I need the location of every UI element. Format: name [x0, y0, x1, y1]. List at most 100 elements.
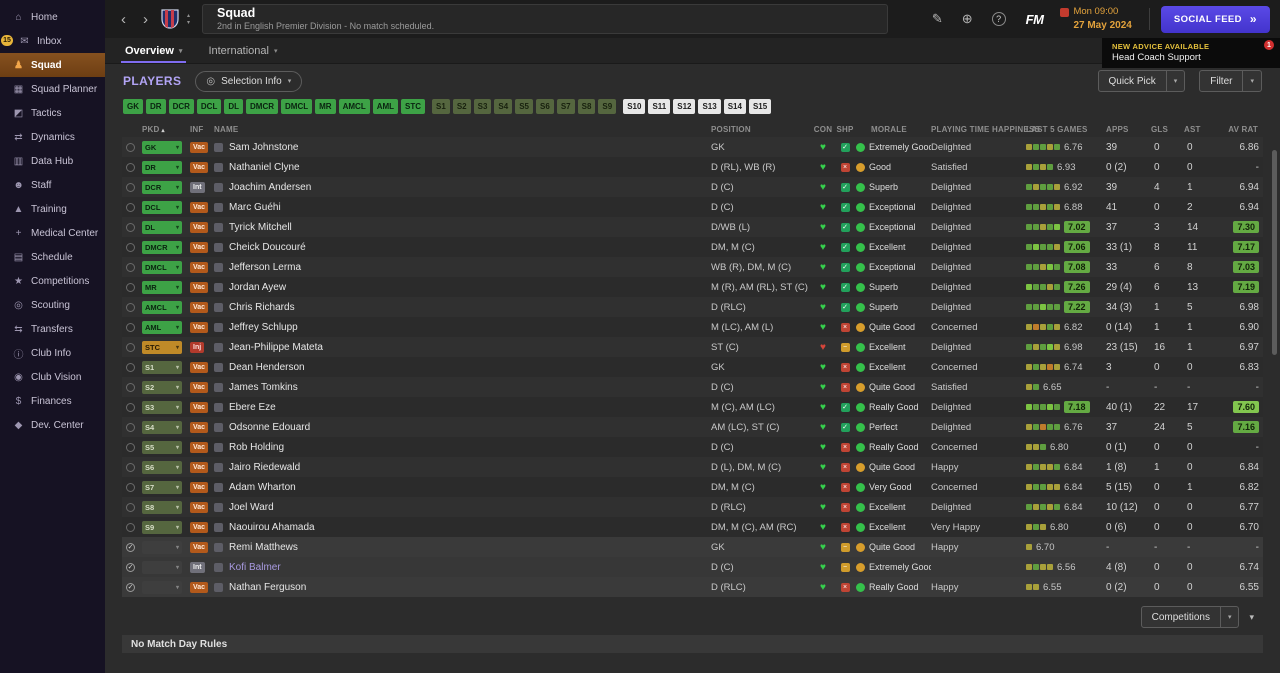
position-chip-stc[interactable]: STC — [401, 98, 426, 114]
column-header-apps[interactable]: APPS — [1106, 125, 1151, 134]
position-chip-dcl[interactable]: DCL — [196, 98, 222, 114]
player-status-badge[interactable]: Vac — [190, 382, 209, 393]
sidebar-item-data-hub[interactable]: ▥ Data Hub — [0, 149, 105, 173]
player-name[interactable]: Jairo Riedewald — [229, 462, 300, 473]
player-row[interactable]: ✓ ▾ Int Kofi Balmer D (C) ♥ − Extremely Good 6.5… — [122, 557, 1263, 577]
row-checkbox[interactable] — [126, 322, 135, 332]
player-row[interactable]: S1 ▾ Vac Dean Henderson GK ♥ × Excellent Concern… — [122, 357, 1263, 377]
player-status-badge[interactable]: Vac — [190, 502, 209, 513]
vertical-scrollbar[interactable] — [1272, 150, 1277, 355]
player-status-badge[interactable]: Vac — [190, 222, 209, 233]
position-chip-s10[interactable]: S10 — [623, 98, 646, 114]
player-name[interactable]: Sam Johnstone — [229, 142, 299, 153]
player-row[interactable]: S4 ▾ Vac Odsonne Edouard AM (LC), ST (C) ♥ ✓ Pe… — [122, 417, 1263, 437]
position-chip-aml[interactable]: AML — [372, 98, 399, 114]
player-name[interactable]: Jefferson Lerma — [229, 262, 301, 273]
position-chip-s14[interactable]: S14 — [723, 98, 746, 114]
pick-position-dropdown[interactable]: DL ▾ — [142, 220, 182, 234]
sidebar-item-finances[interactable]: $ Finances — [0, 389, 105, 413]
player-status-badge[interactable]: Vac — [190, 522, 209, 533]
column-header-inf[interactable]: INF — [190, 125, 214, 134]
competitions-dropdown[interactable]: Competitions ▾ — [1140, 606, 1240, 628]
sidebar-item-inbox[interactable]: 15 ✉ Inbox — [0, 29, 105, 53]
player-row[interactable]: S6 ▾ Vac Jairo Riedewald D (L), DM, M (C) ♥ × Q… — [122, 457, 1263, 477]
row-checkbox[interactable]: ✓ — [126, 562, 135, 572]
player-row[interactable]: AML ▾ Vac Jeffrey Schlupp M (LC), AM (L) ♥ × Qu… — [122, 317, 1263, 337]
player-row[interactable]: MR ▾ Vac Jordan Ayew M (R), AM (RL), ST (C) ♥… — [122, 277, 1263, 297]
player-row[interactable]: DMCL ▾ Vac Jefferson Lerma WB (R), DM, M (C)… — [122, 257, 1263, 277]
sidebar-item-training[interactable]: ▲ Training — [0, 197, 105, 221]
sidebar-item-squad[interactable]: ♟ Squad — [0, 53, 105, 77]
row-checkbox[interactable] — [126, 522, 135, 532]
player-name[interactable]: Jean-Philippe Mateta — [229, 342, 323, 353]
pick-position-dropdown[interactable]: S3 ▾ — [142, 400, 182, 414]
position-chip-s3[interactable]: S3 — [473, 98, 492, 114]
club-crest[interactable] — [161, 9, 179, 29]
player-name[interactable]: Chris Richards — [229, 302, 295, 313]
player-name[interactable]: Kofi Balmer — [229, 562, 281, 573]
player-status-badge[interactable]: Vac — [190, 242, 209, 253]
pick-position-dropdown[interactable]: S2 ▾ — [142, 380, 182, 394]
player-status-badge[interactable]: Int — [190, 182, 205, 193]
edit-pencil-icon[interactable]: ✎ — [925, 11, 950, 27]
row-checkbox[interactable]: ✓ — [126, 542, 135, 552]
position-chip-s2[interactable]: S2 — [452, 98, 471, 114]
position-chip-s1[interactable]: S1 — [432, 98, 450, 114]
row-checkbox[interactable] — [126, 502, 135, 512]
pick-position-dropdown[interactable]: ▾ — [142, 541, 182, 555]
sidebar-item-dynamics[interactable]: ⇄ Dynamics — [0, 125, 105, 149]
position-chip-dr[interactable]: DR — [146, 98, 166, 114]
position-chip-s7[interactable]: S7 — [556, 98, 575, 114]
player-name[interactable]: Remi Matthews — [229, 542, 298, 553]
position-chip-s5[interactable]: S5 — [515, 98, 534, 114]
player-name[interactable]: James Tomkins — [229, 382, 298, 393]
player-name[interactable]: Joel Ward — [229, 502, 274, 513]
coach-avatar[interactable]: 1 — [1250, 40, 1274, 63]
player-row[interactable]: ✓ ▾ Vac Nathan Ferguson D (RLC) ♥ × Really Good… — [122, 577, 1263, 597]
pick-position-dropdown[interactable]: S6 ▾ — [142, 460, 182, 474]
player-name[interactable]: Adam Wharton — [229, 482, 296, 493]
player-status-badge[interactable]: Vac — [190, 482, 209, 493]
column-header-name[interactable]: NAME — [214, 125, 711, 134]
pick-position-dropdown[interactable]: S5 ▾ — [142, 440, 182, 454]
column-header-last-5-games[interactable]: LAST 5 GAMES — [1026, 125, 1106, 134]
player-row[interactable]: DCR ▾ Int Joachim Andersen D (C) ♥ ✓ Superb Deli… — [122, 177, 1263, 197]
player-row[interactable]: DL ▾ Vac Tyrick Mitchell D/WB (L) ♥ ✓ Exception… — [122, 217, 1263, 237]
pick-position-dropdown[interactable]: DMCL ▾ — [142, 260, 182, 274]
club-switcher[interactable]: ▴ ▾ — [184, 13, 193, 26]
position-chip-s4[interactable]: S4 — [494, 98, 513, 114]
row-checkbox[interactable] — [126, 182, 135, 192]
row-checkbox[interactable] — [126, 142, 135, 152]
help-icon[interactable]: ? — [991, 12, 1006, 26]
player-name[interactable]: Jeffrey Schlupp — [229, 322, 298, 333]
player-name[interactable]: Nathaniel Clyne — [229, 162, 300, 173]
column-header-shp[interactable]: SHP — [834, 125, 856, 134]
row-checkbox[interactable]: ✓ — [126, 582, 135, 592]
player-status-badge[interactable]: Int — [190, 562, 205, 573]
pick-position-dropdown[interactable]: AMCL ▾ — [142, 300, 182, 314]
sidebar-item-club-vision[interactable]: ◉ Club Vision — [0, 365, 105, 389]
sidebar-item-tactics[interactable]: ◩ Tactics — [0, 101, 105, 125]
player-name[interactable]: Marc Guéhi — [229, 202, 281, 213]
player-name[interactable]: Tyrick Mitchell — [229, 222, 292, 233]
row-checkbox[interactable] — [126, 262, 135, 272]
position-chip-mr[interactable]: MR — [315, 98, 336, 114]
row-checkbox[interactable] — [126, 222, 135, 232]
pick-position-dropdown[interactable]: S1 ▾ — [142, 360, 182, 374]
pick-position-dropdown[interactable]: MR ▾ — [142, 280, 182, 294]
position-chip-s9[interactable]: S9 — [598, 98, 617, 114]
player-status-badge[interactable]: Vac — [190, 582, 209, 593]
player-status-badge[interactable]: Vac — [190, 462, 209, 473]
player-row[interactable]: S5 ▾ Vac Rob Holding D (C) ♥ × Really Good Conce… — [122, 437, 1263, 457]
row-checkbox[interactable] — [126, 402, 135, 412]
player-name[interactable]: Odsonne Edouard — [229, 422, 310, 433]
position-chip-dmcr[interactable]: DMCR — [246, 98, 279, 114]
sidebar-item-squad-planner[interactable]: ▦ Squad Planner — [0, 77, 105, 101]
player-row[interactable]: S7 ▾ Vac Adam Wharton DM, M (C) ♥ × Very Good Co… — [122, 477, 1263, 497]
pick-position-dropdown[interactable]: S4 ▾ — [142, 420, 182, 434]
player-status-badge[interactable]: Vac — [190, 202, 209, 213]
player-status-badge[interactable]: Vac — [190, 442, 209, 453]
player-status-badge[interactable]: Vac — [190, 322, 209, 333]
pick-position-dropdown[interactable]: S8 ▾ — [142, 500, 182, 514]
player-status-badge[interactable]: Vac — [190, 422, 209, 433]
